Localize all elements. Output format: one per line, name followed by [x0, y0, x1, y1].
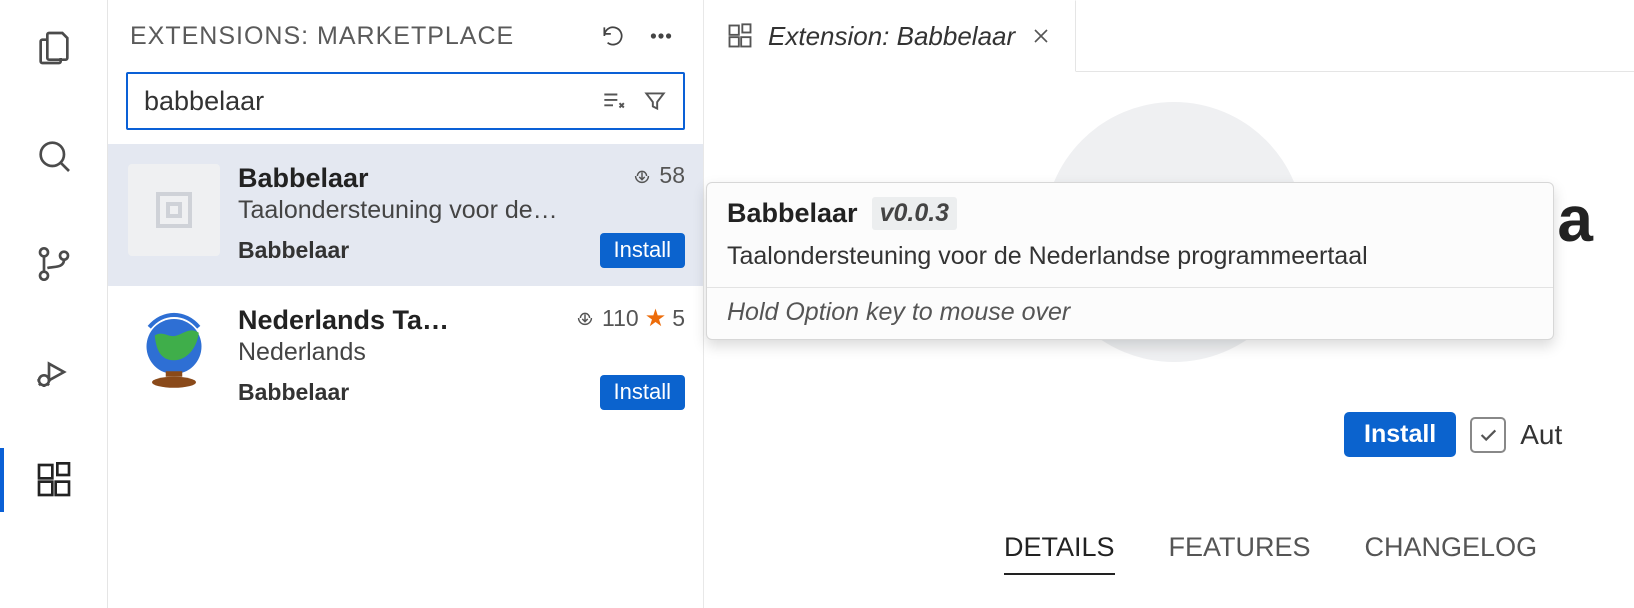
extension-stats: 110 ★ 5 — [574, 304, 685, 333]
refresh-icon — [600, 23, 626, 49]
files-icon — [34, 28, 74, 68]
activity-extensions[interactable] — [24, 450, 84, 510]
extension-detail-tabs: DETAILS FEATURES CHANGELOG — [1004, 532, 1634, 589]
tab-details[interactable]: DETAILS — [1004, 532, 1115, 575]
extension-name: Babbelaar — [238, 163, 369, 194]
ellipsis-icon — [648, 23, 674, 49]
tab-changelog[interactable]: CHANGELOG — [1365, 532, 1538, 575]
clear-list-icon — [600, 88, 626, 114]
extension-item-nederlands[interactable]: Nederlands Ta… 110 ★ 5 Nederlands Babbel… — [108, 286, 703, 429]
globe-icon — [130, 308, 218, 396]
tab-title: Extension: Babbelaar — [768, 21, 1015, 52]
branch-icon — [34, 244, 74, 284]
extensions-list: Babbelaar 58 Taalondersteuning voor de… … — [108, 144, 703, 608]
extensions-sidebar: EXTENSIONS: MARKETPLACE — [108, 0, 704, 608]
hover-version: v0.0.3 — [872, 197, 958, 230]
install-button[interactable]: Install — [600, 375, 685, 410]
activity-explorer[interactable] — [24, 18, 84, 78]
extensions-search-input[interactable] — [142, 85, 589, 118]
activity-search[interactable] — [24, 126, 84, 186]
extension-icon — [128, 306, 220, 398]
activity-run[interactable] — [24, 342, 84, 402]
download-icon — [631, 165, 653, 187]
download-count: 110 — [602, 305, 639, 332]
close-icon[interactable] — [1029, 24, 1053, 48]
extension-icon — [128, 164, 220, 256]
activity-source-control[interactable] — [24, 234, 84, 294]
extension-publisher: Babbelaar — [238, 379, 349, 406]
extension-hover-card: Babbelaar v0.0.3 Taalondersteuning voor … — [706, 182, 1554, 340]
filter-icon — [642, 88, 668, 114]
download-count: 58 — [659, 162, 685, 189]
hover-title: Babbelaar — [727, 198, 858, 229]
auto-update-label: Aut — [1520, 419, 1562, 451]
extensions-icon — [34, 460, 74, 500]
run-debug-icon — [34, 352, 74, 392]
activity-bar — [0, 0, 108, 608]
search-icon — [34, 136, 74, 176]
star-icon: ★ — [645, 304, 667, 333]
refresh-button[interactable] — [595, 18, 631, 54]
more-actions-button[interactable] — [643, 18, 679, 54]
install-button[interactable]: Install — [1344, 412, 1456, 457]
extension-description: Taalondersteuning voor de… — [238, 196, 685, 225]
extension-item-babbelaar[interactable]: Babbelaar 58 Taalondersteuning voor de… … — [108, 144, 703, 286]
auto-update-checkbox[interactable] — [1470, 417, 1506, 453]
tab-features[interactable]: FEATURES — [1169, 532, 1311, 575]
check-icon — [1477, 424, 1499, 446]
hover-description: Taalondersteuning voor de Nederlandse pr… — [707, 240, 1553, 287]
extension-description: Nederlands — [238, 338, 685, 367]
clear-search-button[interactable] — [595, 83, 631, 119]
extension-name: Nederlands Ta… — [238, 305, 449, 336]
install-button[interactable]: Install — [600, 233, 685, 268]
sidebar-header: EXTENSIONS: MARKETPLACE — [108, 0, 703, 72]
extensions-search-box — [126, 72, 685, 130]
rating-count: 5 — [672, 305, 685, 332]
hover-footer: Hold Option key to mouse over — [707, 287, 1553, 339]
editor-tabs: Extension: Babbelaar — [704, 0, 1634, 72]
extensions-icon — [726, 22, 754, 50]
extension-detail-view: Babbela Install Aut DETAILS FEATURES CHA… — [704, 72, 1634, 608]
extension-downloads: 58 — [631, 162, 685, 189]
filter-button[interactable] — [637, 83, 673, 119]
placeholder-icon — [150, 186, 198, 234]
extension-publisher: Babbelaar — [238, 237, 349, 264]
sidebar-title: EXTENSIONS: MARKETPLACE — [130, 22, 583, 51]
tab-extension-babbelaar[interactable]: Extension: Babbelaar — [704, 0, 1076, 72]
download-icon — [574, 307, 596, 329]
